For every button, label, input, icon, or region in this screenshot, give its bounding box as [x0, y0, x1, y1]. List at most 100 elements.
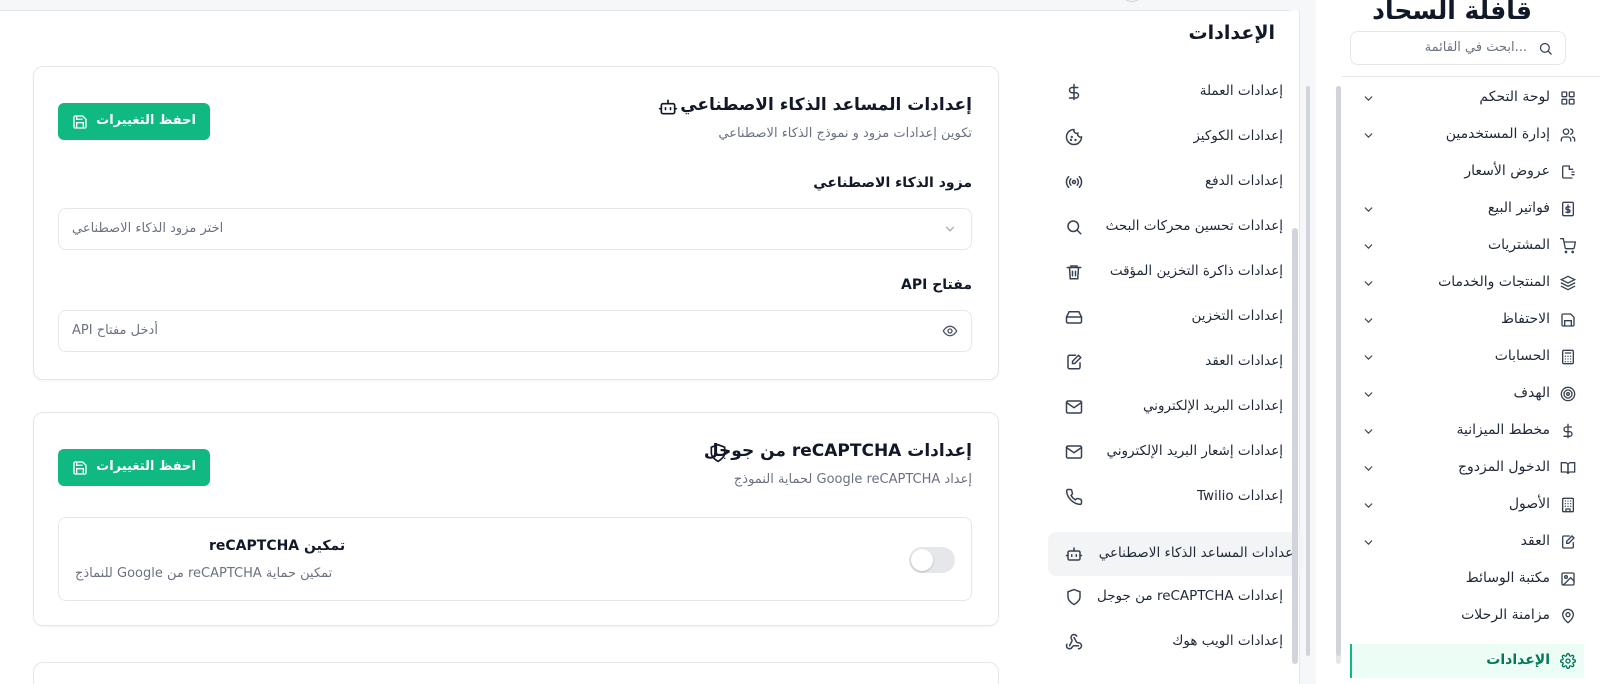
settings-menu-label: إعدادات تحسين محركات البحث: [1105, 218, 1283, 234]
calculator-icon: [1560, 349, 1576, 365]
sidebar-item-label: المنتجات والخدمات: [1438, 274, 1550, 290]
save-button-label: احفظ التغييرات: [96, 113, 196, 128]
settings-menu-label: إعدادات الكوكيز: [1193, 128, 1283, 144]
main-scrollbar[interactable]: [1306, 86, 1310, 656]
recaptcha-card: من جوجل reCAPTCHA إعدادات لحماية النموذج…: [33, 412, 999, 626]
sidebar-item-label: مخطط الميزانية: [1456, 422, 1550, 438]
sidebar-scroll-thumb[interactable]: [1336, 86, 1341, 656]
card-title: من جوجل reCAPTCHA إعدادات: [703, 441, 972, 461]
dollar-icon: [1560, 423, 1576, 439]
save-button[interactable]: احفظ التغييرات: [58, 449, 210, 486]
chevron-down-icon: [1362, 351, 1375, 364]
settings-menu-label: إعدادات الدفع: [1205, 173, 1283, 189]
settings-menu-item-ai-assistant[interactable]: إعدادات المساعد الذكاء الاصطناعي: [1048, 532, 1303, 576]
card-subtitle: تكوين إعدادات مزود و نموذج الذكاء الاصطن…: [718, 126, 972, 141]
sidebar-item-accounts[interactable]: الحسابات: [1350, 340, 1584, 374]
sidebar-item-label: الأصول: [1508, 496, 1550, 512]
chevron-down-icon: [1362, 462, 1375, 475]
settings-menu-item-currency[interactable]: إعدادات العملة: [1048, 72, 1303, 112]
toggle-knob: [911, 549, 933, 571]
settings-menu-label: إعدادات العقد: [1205, 353, 1283, 369]
save-icon: [72, 114, 88, 130]
provider-placeholder: اختر مزود الذكاء الاصطناعي: [72, 221, 224, 236]
sidebar-item-label: الدخول المزدوج: [1457, 459, 1550, 475]
chevron-down-icon: [1362, 277, 1375, 290]
eye-icon[interactable]: [942, 323, 958, 339]
sidebar-item-double-entry[interactable]: الدخول المزدوج: [1350, 451, 1584, 485]
settings-menu-item-cache[interactable]: إعدادات ذاكرة التخزين المؤقت: [1048, 252, 1303, 292]
save-icon: [72, 460, 88, 476]
sidebar-item-quotes[interactable]: عروض الأسعار: [1350, 155, 1584, 189]
sidebar-item-dashboard[interactable]: لوحة التحكم: [1350, 81, 1584, 115]
sidebar-item-media-library[interactable]: مكتبة الوسائط: [1350, 562, 1584, 596]
settings-menu-item-payment[interactable]: إعدادات الدفع: [1048, 162, 1303, 202]
avatar[interactable]: [1120, 0, 1144, 2]
top-divider: [0, 10, 1290, 11]
settings-menu-scrollbar[interactable]: [1292, 228, 1298, 664]
settings-menu-label: Twilio إعدادات: [1197, 488, 1283, 504]
settings-menu-item-twilio[interactable]: Twilio إعدادات: [1048, 477, 1303, 517]
save-button-label: احفظ التغييرات: [96, 459, 196, 474]
bot-icon: [658, 97, 678, 117]
settings-menu-label: إعدادات العملة: [1199, 83, 1283, 99]
sidebar-item-label: الهدف: [1513, 385, 1550, 401]
chevron-down-icon: [1362, 240, 1375, 253]
mail-icon: [1065, 443, 1083, 461]
sidebar-item-budget[interactable]: مخطط الميزانية: [1350, 414, 1584, 448]
settings-menu-item-storage[interactable]: إعدادات التخزين: [1048, 297, 1303, 337]
sidebar-item-label: إدارة المستخدمين: [1445, 126, 1550, 142]
chevron-down-icon: [1362, 314, 1375, 327]
save-icon: [1560, 312, 1576, 328]
save-button[interactable]: احفظ التغييرات: [58, 103, 210, 140]
sidebar-item-settings[interactable]: الإعدادات: [1350, 644, 1584, 678]
sidebar-item-users[interactable]: إدارة المستخدمين: [1350, 118, 1584, 152]
sidebar-item-goal[interactable]: الهدف: [1350, 377, 1584, 411]
sidebar-item-products[interactable]: المنتجات والخدمات: [1350, 266, 1584, 300]
app-title: قافلة السحاد: [1372, 0, 1532, 25]
sidebar-divider: [1342, 76, 1600, 77]
dollar-icon: [1065, 83, 1083, 101]
sidebar-item-assets[interactable]: الأصول: [1350, 488, 1584, 522]
settings-menu-label: إعدادات البريد الإلكتروني: [1143, 398, 1283, 414]
provider-select[interactable]: اختر مزود الذكاء الاصطناعي: [58, 208, 972, 250]
settings-menu-label: إعدادات الويب هوك: [1172, 633, 1283, 649]
settings-menu-label: إعدادات المساعد الذكاء الاصطناعي: [1098, 545, 1297, 561]
recaptcha-toggle[interactable]: [909, 547, 955, 573]
sidebar-item-label: الاحتفاظ: [1500, 311, 1550, 327]
next-card: [33, 662, 999, 684]
dashboard-icon: [1560, 90, 1576, 106]
settings-menu-item-recaptcha[interactable]: من جوجل reCAPTCHA إعدادات: [1048, 577, 1303, 617]
sidebar-item-sales-invoices[interactable]: فواتير البيع: [1350, 192, 1584, 226]
layers-icon: [1560, 275, 1576, 291]
sidebar-item-label: لوحة التحكم: [1479, 89, 1550, 105]
settings-menu-label: من جوجل reCAPTCHA إعدادات: [1096, 588, 1283, 604]
sidebar-search-input[interactable]: ابحث في القائمة...: [1350, 31, 1566, 65]
sidebar-item-purchases[interactable]: المشتريات: [1350, 229, 1584, 263]
api-key-field[interactable]: API أدخل مفتاح: [58, 310, 972, 352]
search-icon: [1065, 218, 1083, 236]
settings-menu-item-seo[interactable]: إعدادات تحسين محركات البحث: [1048, 207, 1303, 247]
map-pin-icon: [1560, 608, 1576, 624]
sidebar-item-contract[interactable]: العقد: [1350, 525, 1584, 559]
sidebar-item-retention[interactable]: الاحتفاظ: [1350, 303, 1584, 337]
sidebar-item-trip-sync[interactable]: مزامنة الرحلات: [1350, 599, 1584, 633]
settings-menu-item-contract[interactable]: إعدادات العقد: [1048, 342, 1303, 382]
sidebar-item-label: مزامنة الرحلات: [1461, 607, 1550, 623]
settings-menu-label: إعدادات ذاكرة التخزين المؤقت: [1109, 263, 1283, 279]
sidebar-item-label: المشتريات: [1487, 237, 1550, 253]
settings-menu-item-cookies[interactable]: إعدادات الكوكيز: [1048, 117, 1303, 157]
mail-icon: [1065, 398, 1083, 416]
sidebar: قافلة السحاد ابحث في القائمة... لوحة الت…: [1316, 0, 1600, 684]
chevron-down-icon: [1362, 129, 1375, 142]
shield-icon: [1065, 588, 1083, 606]
settings-menu-item-webhook[interactable]: إعدادات الويب هوك: [1048, 622, 1303, 662]
users-icon: [1560, 127, 1576, 143]
settings-menu-item-email[interactable]: إعدادات البريد الإلكتروني: [1048, 387, 1303, 427]
cookie-icon: [1065, 128, 1083, 146]
chevron-down-icon: [1362, 388, 1375, 401]
phone-icon: [1065, 488, 1083, 506]
settings-menu-item-email-notification[interactable]: إعدادات إشعار البريد الإلكتروني: [1048, 432, 1303, 472]
book-icon: [1560, 460, 1576, 476]
app-logo[interactable]: قافلة السحاد: [1316, 0, 1600, 28]
search-icon: [1538, 41, 1553, 56]
